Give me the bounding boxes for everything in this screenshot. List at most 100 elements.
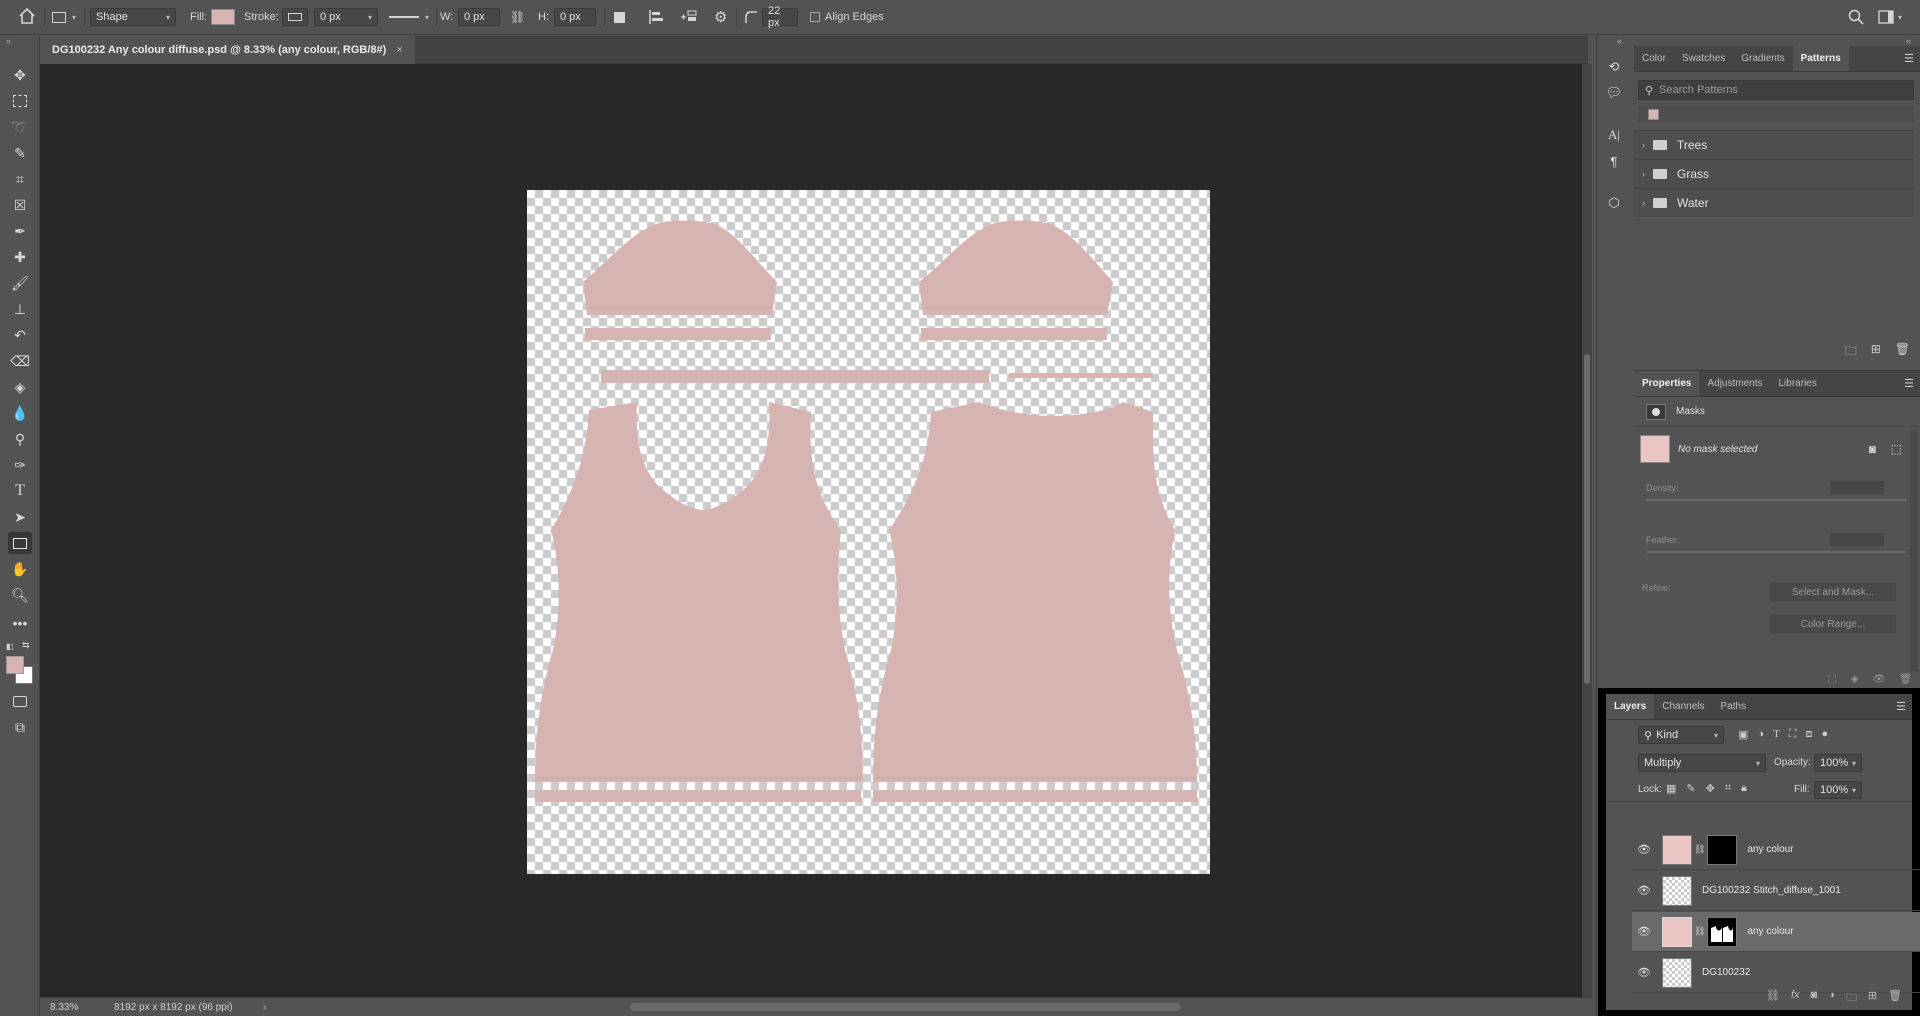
tab-channels[interactable]: Channels	[1654, 694, 1712, 719]
width-field[interactable]: 0 px	[458, 8, 500, 26]
tab-properties[interactable]: Properties	[1634, 371, 1700, 396]
frame-tool-icon[interactable]: ☒	[8, 194, 32, 216]
lock-position-icon[interactable]: ✥	[1706, 782, 1715, 795]
new-layer-icon[interactable]: ⊞	[1868, 989, 1877, 1008]
filter-smart-object-icon[interactable]: ⧈	[1806, 728, 1813, 741]
stroke-width-field[interactable]: 0 px ▾	[314, 8, 378, 26]
eyedropper-tool-icon[interactable]: ✒	[8, 220, 32, 242]
fx-icon[interactable]: fx	[1791, 989, 1800, 1008]
add-pixel-mask-icon[interactable]: ◙	[1869, 442, 1876, 456]
link-icon[interactable]: ⛓	[1694, 844, 1705, 855]
panel-menu-icon[interactable]: ☰	[1896, 700, 1906, 713]
default-colors-icon[interactable]: ◧	[6, 642, 14, 651]
layer-row[interactable]: 👁︎ DG100232 Stitch_diffuse_1001	[1632, 871, 1920, 911]
home-icon[interactable]	[18, 7, 36, 25]
opacity-field[interactable]: 100% ▾	[1814, 754, 1862, 772]
pattern-folder-trees[interactable]: › Trees	[1634, 130, 1914, 159]
dodge-tool-icon[interactable]: ⚲	[8, 428, 32, 450]
apply-mask-icon[interactable]: ◈	[1851, 674, 1859, 685]
collapse-chevrons-icon[interactable]: «	[1906, 36, 1911, 46]
status-menu-arrow[interactable]: ›	[263, 1002, 266, 1013]
recent-pattern-swatch[interactable]	[1648, 108, 1659, 120]
stroke-color-swatch[interactable]	[282, 8, 308, 26]
more-tools-icon[interactable]: •••	[8, 612, 32, 634]
path-selection-tool-icon[interactable]: ➤	[8, 506, 32, 528]
blur-tool-icon[interactable]: 💧	[8, 402, 32, 424]
eye-icon[interactable]: 👁︎	[1632, 843, 1656, 856]
feather-field[interactable]	[1830, 533, 1884, 546]
filter-adjustment-icon[interactable]: ◑	[1757, 728, 1764, 741]
trash-icon[interactable]: 🗑	[1888, 989, 1902, 1008]
close-icon[interactable]: ×	[396, 44, 402, 56]
blend-mode-select[interactable]: Multiply ▾	[1638, 754, 1766, 772]
pen-tool-icon[interactable]: ✑	[8, 454, 32, 476]
rectangle-tool-icon[interactable]	[8, 532, 32, 554]
document-canvas[interactable]	[527, 190, 1210, 874]
panel-menu-icon[interactable]: ☰	[1904, 377, 1914, 390]
color-range-button[interactable]: Color Range...	[1770, 615, 1896, 633]
search-patterns-input[interactable]: ⚲ Search Patterns	[1638, 80, 1914, 100]
adjustment-layer-icon[interactable]: ◑	[1828, 989, 1835, 1008]
mask-thumbnail[interactable]	[1707, 834, 1738, 865]
path-alignment-icon[interactable]	[648, 8, 664, 26]
foreground-color-swatch[interactable]	[6, 656, 24, 674]
collapse-chevrons-icon[interactable]: »	[6, 36, 11, 46]
eraser-tool-icon[interactable]: ⌫	[8, 350, 32, 372]
filter-shape-icon[interactable]: ⛶	[1789, 728, 1797, 741]
density-slider[interactable]	[1646, 499, 1906, 501]
screen-mode-icon[interactable]: ⧉	[8, 716, 32, 738]
pattern-folder-water[interactable]: › Water	[1634, 188, 1914, 217]
paint-bucket-tool-icon[interactable]: ◈	[8, 376, 32, 398]
link-icon[interactable]: ⛓	[510, 8, 525, 26]
tab-gradients[interactable]: Gradients	[1733, 46, 1792, 71]
lock-transparent-icon[interactable]: ▦	[1666, 782, 1676, 795]
vertical-scrollbar[interactable]	[1582, 64, 1592, 997]
trash-icon[interactable]: 🗑	[1899, 674, 1912, 685]
3d-icon[interactable]: ⬡	[1602, 192, 1626, 214]
pattern-folder-grass[interactable]: › Grass	[1634, 159, 1914, 188]
align-edges-checkbox[interactable]	[810, 12, 820, 22]
tool-preset-picker[interactable]: ▾	[52, 8, 76, 26]
select-and-mask-button[interactable]: Select and Mask...	[1770, 583, 1896, 601]
swap-colors-icon[interactable]: ⇆	[22, 640, 30, 651]
quick-mask-icon[interactable]	[8, 690, 32, 712]
lock-all-icon[interactable]: 🔒︎	[1741, 782, 1747, 795]
workspace-icon[interactable]: ▾	[1878, 8, 1902, 26]
layer-row-selected[interactable]: 👁︎ ⛓ any colour	[1632, 912, 1920, 952]
add-vector-mask-icon[interactable]: ⬚	[1891, 442, 1902, 456]
horizontal-scrollbar[interactable]	[630, 1003, 1180, 1011]
eye-icon[interactable]: 👁︎	[1632, 884, 1656, 897]
zoom-tool-icon[interactable]: 🔍︎	[8, 584, 32, 606]
lock-artboard-icon[interactable]: ⌗	[1725, 782, 1731, 795]
zoom-level[interactable]: 8.33%	[50, 1002, 78, 1013]
fill-color-swatch[interactable]	[211, 9, 235, 25]
gear-icon[interactable]: ⚙	[714, 8, 727, 26]
character-icon[interactable]: A|	[1602, 124, 1626, 146]
panel-menu-icon[interactable]: ☰	[1904, 52, 1914, 65]
type-tool-icon[interactable]: T	[8, 480, 32, 502]
comments-icon[interactable]: 💬︎	[1602, 82, 1626, 104]
paragraph-icon[interactable]: ¶	[1602, 150, 1626, 172]
eye-icon[interactable]: 👁︎	[1873, 674, 1886, 685]
move-tool-icon[interactable]: ✥	[8, 64, 32, 86]
crop-tool-icon[interactable]: ⌗	[8, 168, 32, 190]
quick-selection-tool-icon[interactable]: ✎	[8, 142, 32, 164]
filter-pixel-icon[interactable]: ▣	[1738, 728, 1748, 741]
marquee-tool-icon[interactable]	[8, 90, 32, 112]
link-icon[interactable]: ⛓	[1694, 926, 1705, 937]
filter-toggle-icon[interactable]: ●	[1822, 728, 1829, 741]
fill-field[interactable]: 100% ▾	[1814, 781, 1862, 799]
path-operations-icon[interactable]	[614, 8, 625, 26]
lock-image-icon[interactable]: ✎	[1686, 782, 1695, 795]
healing-brush-tool-icon[interactable]: ✚	[8, 246, 32, 268]
link-layers-icon[interactable]: ⛓	[1766, 989, 1780, 1008]
layer-row[interactable]: 👁︎ DG100232	[1632, 953, 1920, 993]
density-field[interactable]	[1830, 481, 1884, 494]
shape-mode-select[interactable]: Shape ▾	[90, 8, 176, 26]
layer-row[interactable]: 👁︎ ⛓ any colour	[1632, 830, 1920, 870]
search-icon[interactable]	[1848, 8, 1864, 26]
history-icon[interactable]: ⟲	[1602, 56, 1626, 78]
mask-thumbnail[interactable]	[1707, 916, 1738, 947]
tab-swatches[interactable]: Swatches	[1674, 46, 1733, 71]
filter-kind-select[interactable]: ⚲ Kind ▾	[1638, 726, 1724, 744]
